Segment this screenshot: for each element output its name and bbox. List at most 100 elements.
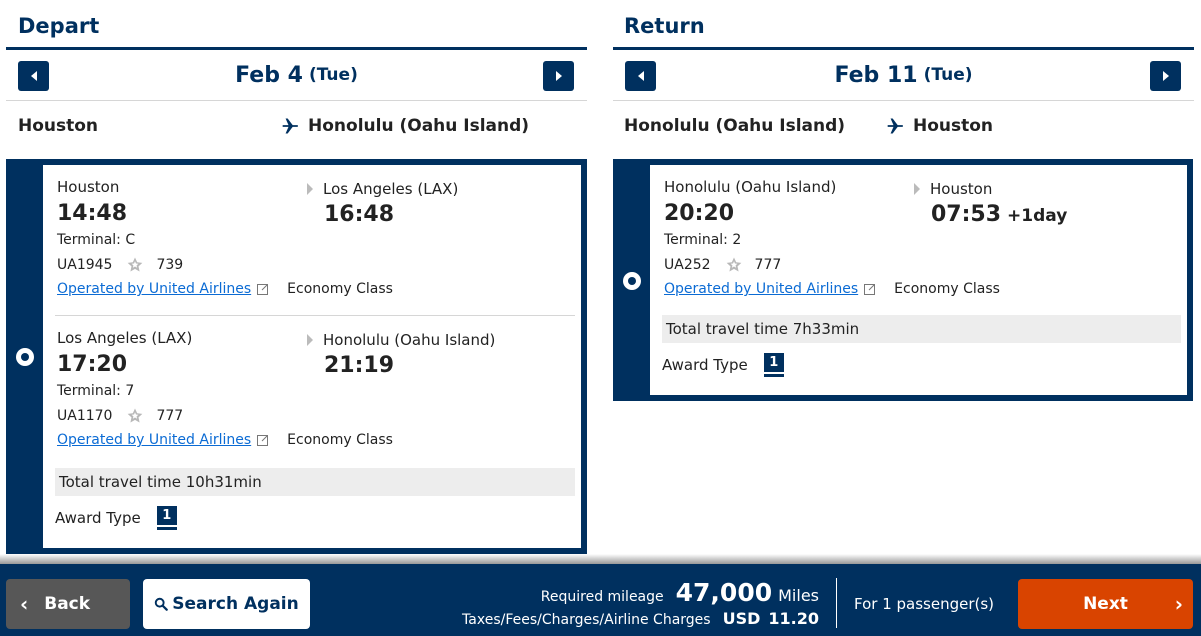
segment-terminal: Terminal: 2 (664, 232, 742, 248)
return-day-of-week: (Tue) (923, 65, 973, 85)
segment-from-city: Houston (57, 178, 120, 196)
external-link-icon (257, 435, 269, 446)
star-alliance-icon (726, 257, 741, 272)
arrival-time-value: 16:48 (324, 202, 395, 227)
caret-left-icon (637, 71, 644, 81)
return-route-from: Honolulu (Oahu Island) (624, 116, 846, 136)
depart-flight-card: Houston 14:48 Terminal: C UA1945 739 Ope… (43, 165, 581, 548)
required-mileage-label: Required mileage (540, 589, 664, 605)
total-travel-time: Total travel time 7h33min (662, 315, 1181, 343)
segment-from-city: Honolulu (Oahu Island) (664, 178, 837, 196)
taxes-amount: 11.20 (768, 609, 819, 628)
airplane-icon (887, 118, 903, 134)
award-type: Award Type 1 (662, 343, 1181, 387)
return-select-radio[interactable] (623, 272, 641, 290)
award-type-underline (156, 527, 177, 530)
award-type-underline (763, 374, 784, 377)
segment-to: Houston (914, 180, 992, 198)
airplane-icon (282, 118, 298, 134)
depart-next-day-button[interactable] (543, 61, 574, 91)
depart-route-to: Honolulu (Oahu Island) (308, 116, 530, 136)
segment-cabin: Economy Class (287, 281, 393, 297)
award-type: Award Type 1 (55, 496, 575, 540)
back-button[interactable]: ‹ Back (6, 579, 130, 629)
depart-route: Houston Honolulu (Oahu Island) (6, 101, 587, 151)
segment-departure-time: 20:20 (664, 201, 735, 226)
return-title: Return (613, 0, 1194, 50)
caret-left-icon (30, 71, 37, 81)
search-again-button[interactable]: Search Again (143, 579, 310, 629)
segment-terminal: Terminal: C (57, 232, 136, 248)
flight-segment: Houston 14:48 Terminal: C UA1945 739 Ope… (55, 165, 575, 315)
award-type-value: 1 (156, 506, 177, 525)
return-flight-card: Honolulu (Oahu Island) 20:20 Terminal: 2… (650, 165, 1187, 395)
segment-arrival-time: 21:19 (324, 353, 394, 378)
arrival-day-offset: +1day (1007, 206, 1068, 226)
depart-column: Depart Feb 4 (Tue) Houston Honolulu (Oah… (6, 0, 587, 554)
return-column: Return Feb 11 (Tue) Honolulu (Oahu Islan… (613, 0, 1194, 401)
next-button[interactable]: Next › (1018, 579, 1193, 629)
flight-segment: Los Angeles (LAX) 17:20 Terminal: 7 UA11… (55, 315, 575, 465)
segment-to: Honolulu (Oahu Island) (307, 331, 495, 349)
arrival-time-value: 21:19 (324, 353, 395, 378)
price-summary: Required mileage 47,000 Miles Taxes/Fees… (462, 578, 819, 628)
return-prev-day-button[interactable] (625, 61, 656, 91)
segment-to-city: Houston (930, 180, 993, 198)
segment-flight-number: UA1945 (57, 257, 113, 273)
segment-operated: Operated by United Airlines Economy Clas… (57, 432, 393, 448)
depart-title: Depart (6, 0, 587, 50)
star-alliance-icon (128, 408, 143, 423)
depart-day-of-week: (Tue) (308, 65, 358, 85)
flight-segment: Honolulu (Oahu Island) 20:20 Terminal: 2… (662, 165, 1181, 315)
operated-by-link[interactable]: Operated by United Airlines (57, 432, 251, 448)
arrow-right-icon (307, 334, 313, 346)
operated-by-link[interactable]: Operated by United Airlines (57, 281, 251, 297)
segment-flight-info: UA1170 777 (57, 407, 183, 425)
award-type-value: 1 (763, 353, 784, 372)
return-next-day-button[interactable] (1150, 61, 1181, 91)
segment-arrival-time: 16:48 (324, 202, 394, 227)
back-label: Back (44, 594, 91, 614)
caret-right-icon (555, 71, 562, 81)
footer-bar: ‹ Back Search Again Required mileage 47,… (0, 564, 1201, 636)
segment-terminal: Terminal: 7 (57, 383, 135, 399)
segment-from-city: Los Angeles (LAX) (57, 329, 193, 347)
chevron-left-icon: ‹ (20, 592, 29, 616)
segment-operated: Operated by United Airlines Economy Clas… (57, 281, 393, 297)
depart-route-from: Houston (18, 116, 99, 136)
chevron-right-icon: › (1174, 592, 1183, 616)
star-alliance-icon (128, 257, 143, 272)
segment-operated: Operated by United Airlines Economy Clas… (664, 281, 1000, 297)
depart-prev-day-button[interactable] (18, 61, 49, 91)
segment-flight-number: UA252 (664, 257, 711, 273)
depart-flight-option[interactable]: Houston 14:48 Terminal: C UA1945 739 Ope… (6, 159, 587, 554)
segment-cabin: Economy Class (894, 281, 1000, 297)
passenger-count: For 1 passenger(s) (854, 595, 995, 613)
taxes-label: Taxes/Fees/Charges/Airline Charges (462, 612, 711, 628)
segment-to-city: Los Angeles (LAX) (323, 180, 459, 198)
award-type-badge[interactable]: 1 (763, 353, 784, 377)
taxes-currency: USD (722, 609, 761, 628)
segment-flight-info: UA252 777 (664, 256, 781, 274)
return-date: Feb 11 (834, 62, 918, 88)
return-flight-option[interactable]: Honolulu (Oahu Island) 20:20 Terminal: 2… (613, 159, 1193, 401)
next-label: Next (1083, 594, 1128, 614)
total-travel-time: Total travel time 10h31min (55, 468, 575, 496)
segment-departure-time: 14:48 (57, 201, 128, 226)
segment-aircraft: 739 (156, 257, 184, 273)
award-type-label: Award Type (55, 509, 141, 527)
operated-by-link[interactable]: Operated by United Airlines (664, 281, 858, 297)
segment-flight-number: UA1170 (57, 408, 113, 424)
return-route-to-wrap: Houston (885, 116, 993, 136)
external-link-icon (257, 284, 269, 295)
external-link-icon (864, 284, 876, 295)
depart-select-radio[interactable] (16, 348, 34, 366)
award-type-badge[interactable]: 1 (156, 506, 177, 530)
return-date-nav: Feb 11 (Tue) (613, 50, 1194, 101)
depart-route-to-wrap: Honolulu (Oahu Island) (280, 116, 529, 136)
segment-to-city: Honolulu (Oahu Island) (323, 331, 496, 349)
required-mileage-value: 47,000 (675, 578, 773, 607)
segment-aircraft: 777 (156, 408, 184, 424)
search-again-label: Search Again (172, 594, 299, 614)
segment-to: Los Angeles (LAX) (307, 180, 458, 198)
